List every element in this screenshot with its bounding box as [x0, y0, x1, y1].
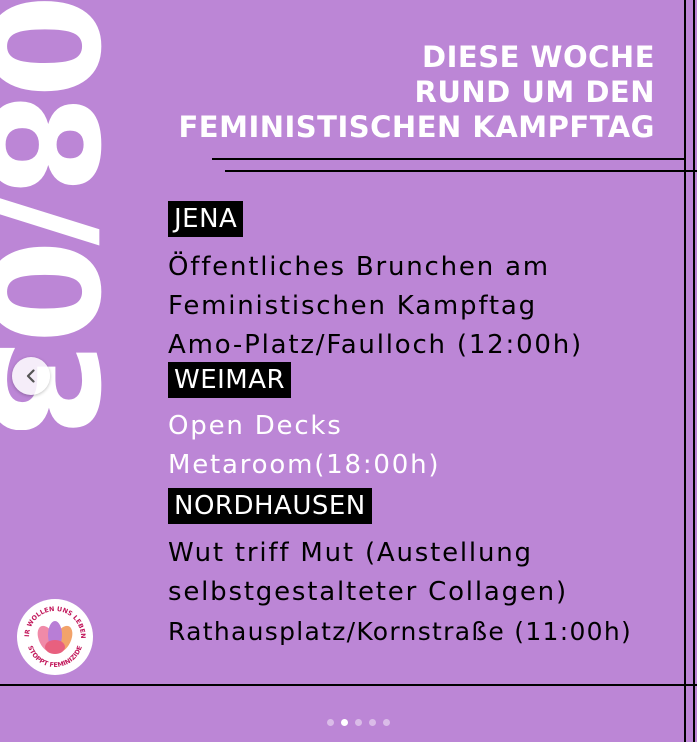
event-jena-line-1: Öffentliches Brunchen am [168, 252, 550, 282]
carousel-dot[interactable] [327, 719, 334, 726]
city-badge-nordhausen: NORDHAUSEN [168, 488, 372, 524]
divider-top-2 [225, 170, 697, 172]
event-weimar-line-1: Open Decks [168, 411, 343, 441]
logo-graphic: WIR WOLLEN UNS LEBEND STOPPT FEMINIZIDE [17, 599, 92, 674]
event-weimar-line-2: Metaroom(18:00h) [168, 450, 441, 480]
headline: DIESE WOCHE RUND UM DEN FEMINISTISCHEN K… [178, 40, 655, 145]
carousel-indicator [0, 719, 697, 726]
carousel-dot-active[interactable] [341, 719, 348, 726]
carousel-dot[interactable] [355, 719, 362, 726]
divider-right-2 [693, 0, 695, 742]
headline-line-3: FEMINISTISCHEN KAMPFTAG [178, 110, 655, 144]
chevron-left-icon [26, 369, 35, 383]
headline-line-2: RUND UM DEN [414, 75, 655, 109]
event-nordhausen-line-2: selbstgestalteter Collagen) [168, 577, 568, 607]
carousel-dot[interactable] [383, 719, 390, 726]
carousel-dot[interactable] [369, 719, 376, 726]
carousel-prev-button[interactable] [12, 357, 50, 395]
city-badge-jena: JENA [168, 201, 244, 237]
city-badge-weimar: WEIMAR [168, 362, 292, 398]
divider-right-1 [684, 0, 686, 742]
divider-bottom [0, 684, 697, 686]
campaign-logo: WIR WOLLEN UNS LEBEND STOPPT FEMINIZIDE [17, 599, 93, 675]
event-jena-line-3: Amo-Platz/Faulloch (12:00h) [168, 330, 583, 360]
divider-top-1 [212, 158, 686, 160]
event-nordhausen-line-3: Rathausplatz/Kornstraße (11:00h) [168, 617, 633, 646]
event-jena-line-2: Feministischen Kampftag [168, 291, 537, 321]
headline-line-1: DIESE WOCHE [422, 40, 655, 74]
event-nordhausen-line-1: Wut triff Mut (Austellung [168, 538, 533, 568]
